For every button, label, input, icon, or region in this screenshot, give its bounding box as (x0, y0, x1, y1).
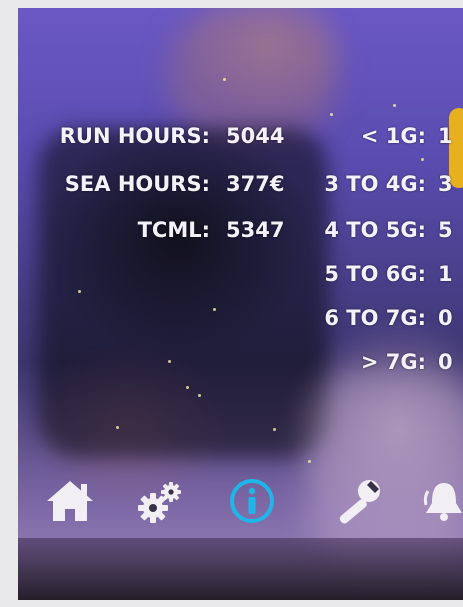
gears-icon (138, 482, 181, 523)
dust-speck (116, 426, 119, 429)
dust-speck (421, 158, 424, 161)
g-over-7-value: 0 (438, 350, 453, 374)
reflection-glare (168, 8, 338, 138)
alarm-bell-icon (423, 483, 462, 521)
wrench-icon (339, 480, 380, 524)
g-4-to-5-value: 5 (438, 218, 453, 242)
dust-speck (78, 290, 81, 293)
home-button[interactable] (42, 474, 98, 528)
g-6-to-7-label: 6 TO 7G: (324, 306, 426, 330)
g-5-to-6-label: 5 TO 6G: (324, 262, 426, 286)
dust-speck (393, 104, 396, 107)
dust-speck (168, 360, 171, 363)
g-4-to-5-label: 4 TO 5G: (324, 218, 426, 242)
tcml-value: 5347 (226, 218, 285, 242)
dust-speck (223, 78, 226, 81)
dust-speck (198, 394, 201, 397)
g-over-7-label: > 7G: (360, 350, 426, 374)
g-under-1-label: < 1G: (360, 124, 426, 148)
dust-speck (273, 428, 276, 431)
g-3-to-4-label: 3 TO 4G: (324, 172, 426, 196)
nav-band (18, 538, 463, 600)
maintenance-button[interactable] (328, 474, 388, 528)
sea-hours-value: 377€ (226, 172, 285, 196)
g-under-1-value: 1 (438, 124, 453, 148)
sea-hours-label: SEA HOURS: (64, 172, 210, 196)
dust-speck (213, 308, 216, 311)
dust-speck (308, 460, 311, 463)
g-6-to-7-value: 0 (438, 306, 453, 330)
info-button[interactable] (224, 474, 280, 528)
dust-speck (186, 386, 189, 389)
alarm-button[interactable] (422, 474, 463, 528)
run-hours-value: 5044 (226, 124, 285, 148)
info-icon (230, 479, 274, 523)
settings-button[interactable] (132, 474, 188, 528)
home-icon (47, 481, 93, 521)
run-hours-label: RUN HOURS: (59, 124, 210, 148)
g-3-to-4-value: 3 (438, 172, 453, 196)
dust-speck (330, 113, 333, 116)
device-screen: RUN HOURS: 5044 SEA HOURS: 377€ TCML: 53… (18, 8, 463, 600)
tcml-label: TCML: (137, 218, 210, 242)
g-5-to-6-value: 1 (438, 262, 453, 286)
